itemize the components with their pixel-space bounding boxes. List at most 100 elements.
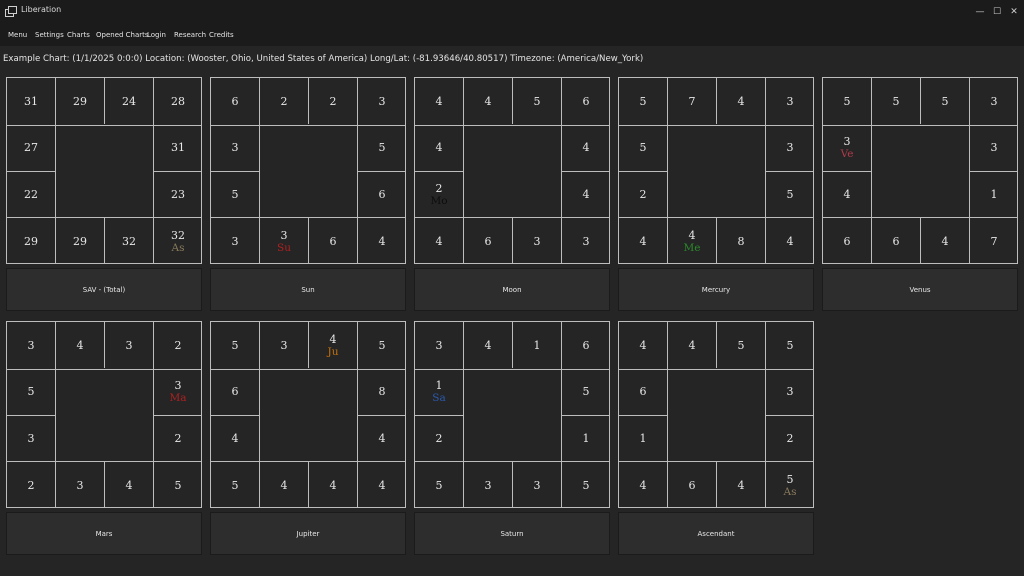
house-cell: 4 [766, 218, 814, 264]
house-cell: 3 Su [260, 218, 308, 264]
house-value: 3 [843, 135, 851, 149]
close-button[interactable]: ✕ [1003, 4, 1024, 20]
house-value: 6 [231, 385, 239, 399]
house-value: 5 [737, 338, 745, 352]
house-value: 4 [941, 234, 949, 248]
house-value: 3 [786, 94, 794, 108]
house-cell: 5 [154, 462, 202, 508]
house-cell: 23 [154, 172, 202, 218]
chart-info-text: Example Chart: (1/1/2025 0:0:0) Location… [3, 54, 644, 64]
menu-item-charts[interactable]: Charts [67, 31, 90, 39]
house-value: 3 [990, 141, 998, 155]
house-value: 29 [73, 94, 87, 108]
house-cell: 31 [154, 125, 202, 171]
house-cell: 3 [464, 462, 512, 508]
house-cell: 4 [415, 218, 463, 264]
planet-marker: Sa [432, 392, 446, 405]
house-value: 3 [484, 478, 492, 492]
chart-button-sav-total[interactable]: SAV - (Total) [6, 268, 202, 311]
chart-button-ascendant[interactable]: Ascendant [618, 512, 814, 555]
planet-marker: Mo [430, 195, 448, 207]
house-cell: 6 [823, 218, 871, 264]
house-value: 5 [435, 478, 443, 492]
house-cell: 6 [619, 369, 667, 415]
house-cell: 4 [358, 462, 406, 508]
house-value: 5 [786, 188, 794, 201]
house-cell: 29 [56, 218, 104, 264]
house-value: 29 [24, 234, 38, 248]
house-value: 22 [24, 188, 38, 201]
menu-item-credits[interactable]: Credits [209, 31, 234, 39]
chart-button-saturn[interactable]: Saturn [414, 512, 610, 555]
house-cell: 6 [309, 218, 357, 264]
house-value: 1 [582, 432, 590, 445]
house-value: 27 [24, 141, 38, 155]
house-value: 3 [533, 234, 541, 248]
house-value: 31 [171, 141, 185, 155]
house-value: 4 [435, 234, 443, 248]
house-value: 32 [122, 234, 136, 248]
house-value: 3 [174, 379, 182, 393]
house-value: 4 [76, 338, 84, 352]
menu-item-research[interactable]: Research [174, 31, 206, 39]
house-cell: 3 [970, 125, 1018, 171]
house-cell: 4 [562, 125, 610, 171]
house-cell: 2 [309, 78, 357, 124]
chart-button-sun[interactable]: Sun [210, 268, 406, 311]
house-cell: 1 Sa [415, 369, 463, 415]
chart-panel-saturn: 3 4 1 6 5 1 5 3 3 5 2 1 Sa [414, 321, 610, 508]
house-cell: 3 [513, 462, 561, 508]
house-cell: 3 Ve [823, 125, 871, 171]
house-cell: 6 [562, 322, 610, 368]
chart-button-venus[interactable]: Venus [822, 268, 1018, 311]
house-value: 3 [533, 478, 541, 492]
house-cell: 4 [56, 322, 104, 368]
house-value: 3 [231, 141, 239, 155]
house-cell: 4 Me [668, 218, 716, 264]
house-value: 4 [329, 332, 337, 346]
house-value: 3 [280, 338, 288, 352]
house-value: 3 [990, 94, 998, 108]
house-cell: 22 [7, 172, 55, 218]
menu-item-settings[interactable]: Settings [35, 31, 64, 39]
house-value: 5 [174, 478, 182, 492]
house-cell: 3 [415, 322, 463, 368]
house-cell: 3 [56, 462, 104, 508]
menu-item-opened-charts[interactable]: Opened Charts [96, 31, 149, 39]
house-value: 5 [639, 141, 647, 155]
house-cell: 2 Mo [415, 172, 463, 218]
house-value: 24 [122, 94, 136, 108]
house-cell: 3 [211, 125, 259, 171]
menu-item-menu[interactable]: Menu [8, 31, 27, 39]
chart-button-mercury[interactable]: Mercury [618, 268, 814, 311]
house-cell: 5 [619, 78, 667, 124]
house-value: 4 [843, 188, 851, 201]
house-cell: 4 [717, 78, 765, 124]
house-cell: 7 [970, 218, 1018, 264]
house-value: 4 [786, 234, 794, 248]
house-value: 4 [737, 478, 745, 492]
chart-button-mars[interactable]: Mars [6, 512, 202, 555]
house-value: 2 [435, 432, 443, 445]
house-value: 2 [174, 338, 182, 352]
planet-marker: Ma [169, 392, 187, 405]
menu-item-login[interactable]: Login [147, 31, 166, 39]
planet-marker: Su [277, 241, 291, 254]
house-cell: 4 [415, 78, 463, 124]
house-value: 5 [639, 94, 647, 108]
chart-panel-ascendant: 4 4 5 5 3 2 5 As 4 6 4 1 6 [618, 321, 814, 508]
house-value: 5 [231, 478, 239, 492]
house-cell: 8 [358, 369, 406, 415]
house-value: 6 [892, 234, 900, 248]
house-value: 2 [786, 432, 794, 445]
house-cell: 3 [7, 322, 55, 368]
house-value: 6 [329, 234, 337, 248]
house-cell: 6 [562, 78, 610, 124]
chart-button-jupiter[interactable]: Jupiter [210, 512, 406, 555]
chart-button-moon[interactable]: Moon [414, 268, 610, 311]
house-value: 6 [843, 234, 851, 248]
house-cell: 1 [562, 416, 610, 462]
house-value: 6 [231, 94, 239, 108]
house-value: 23 [171, 188, 185, 201]
planet-marker: Ju [327, 345, 339, 358]
